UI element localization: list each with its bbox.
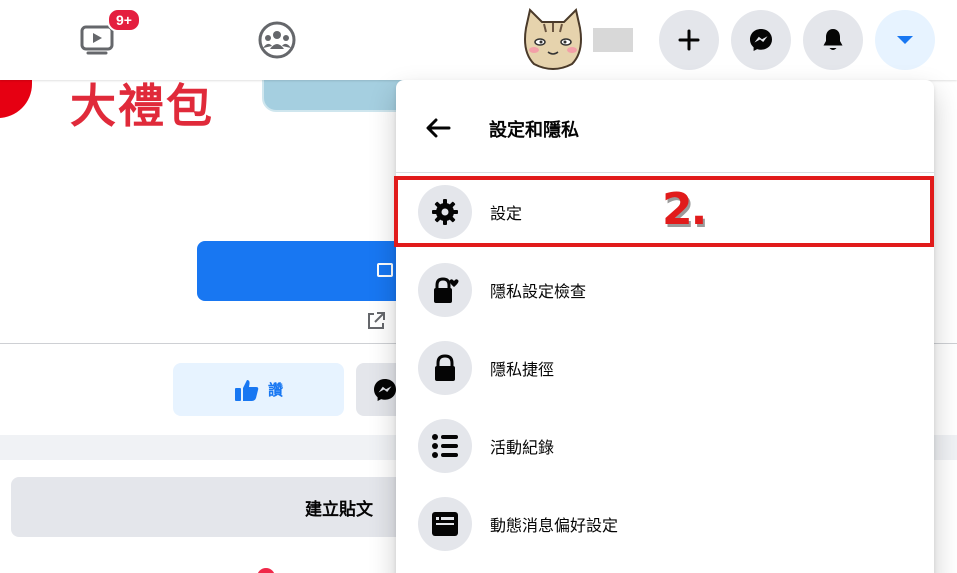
video-icon [80, 25, 114, 55]
like-button[interactable]: 讚 [173, 363, 344, 416]
shopping-bag-icon [377, 263, 393, 277]
account-menu-button[interactable] [875, 10, 935, 70]
cat-avatar-icon [520, 8, 586, 72]
reaction-dot [257, 568, 275, 573]
step-number-label: 2. [662, 184, 707, 235]
groups-tab[interactable] [245, 8, 309, 72]
caret-down-icon [897, 36, 913, 44]
back-button[interactable] [418, 108, 458, 148]
top-navigation-bar: 9+ [0, 0, 957, 80]
external-link-icon[interactable] [365, 310, 387, 332]
settings-privacy-menu: 設定和隱私 設定 隱私設定檢查 隱私捷徑 活動紀錄 動態消息偏好設定 [396, 80, 934, 573]
notifications-button[interactable] [803, 10, 863, 70]
menu-title: 設定和隱私 [489, 120, 579, 141]
arrow-left-icon [426, 118, 451, 138]
icon-circle [418, 497, 472, 551]
icon-circle [418, 419, 472, 473]
messenger-button[interactable] [731, 10, 791, 70]
icon-circle [418, 263, 472, 317]
profile-avatar[interactable] [520, 8, 586, 72]
menu-item-privacy-shortcuts[interactable]: 隱私捷徑 [402, 332, 928, 404]
menu-item-activity-log[interactable]: 活動紀錄 [402, 410, 928, 482]
notification-badge: 9+ [107, 8, 141, 32]
thumbs-up-icon [234, 379, 259, 401]
menu-divider [396, 172, 934, 173]
news-feed-icon [432, 512, 458, 536]
profile-name-redacted [593, 28, 633, 52]
messenger-icon [374, 379, 396, 401]
groups-icon [258, 21, 296, 59]
lock-heart-icon [434, 277, 459, 303]
icon-circle [418, 341, 472, 395]
menu-header: 設定和隱私 [396, 80, 934, 172]
messenger-icon [750, 29, 772, 51]
menu-item-label: 隱私捷徑 [490, 360, 555, 379]
menu-item-label: 隱私設定檢查 [490, 282, 587, 301]
plus-icon [678, 29, 700, 51]
list-icon [432, 434, 458, 458]
menu-item-label: 動態消息偏好設定 [490, 516, 619, 535]
menu-item-privacy-checkup[interactable]: 隱私設定檢查 [402, 254, 928, 326]
lock-icon [435, 354, 455, 381]
bell-icon [823, 29, 843, 50]
menu-item-news-feed-preferences[interactable]: 動態消息偏好設定 [402, 488, 928, 560]
menu-item-label: 活動紀錄 [490, 438, 555, 457]
watch-tab[interactable]: 9+ [65, 8, 141, 72]
create-button[interactable] [659, 10, 719, 70]
create-post-label: 建立貼文 [305, 499, 373, 519]
like-label: 讚 [267, 382, 283, 399]
